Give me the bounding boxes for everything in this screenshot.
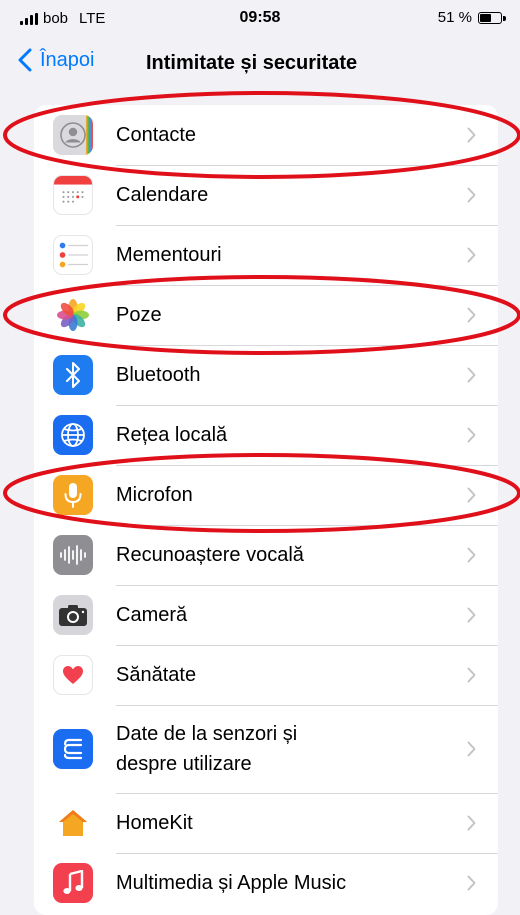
list-item-label: Poze (116, 304, 162, 326)
calendar-icon (53, 175, 93, 215)
chevron-right-icon (467, 487, 476, 503)
chevron-right-icon (467, 187, 476, 203)
chevron-right-icon (467, 367, 476, 383)
list-item-label-line1: Date de la senzori și (116, 723, 298, 745)
list-item-homekit[interactable]: HomeKit (34, 793, 498, 853)
list-item-label: HomeKit (116, 812, 193, 834)
list-item-speech-recognition[interactable]: Recunoaștere vocală (34, 525, 498, 585)
list-item-sensor-usage-data[interactable]: Date de la senzori și despre utilizare (34, 705, 498, 793)
list-item-local-network[interactable]: Rețea locală (34, 405, 498, 465)
list-item-label: Recunoaștere vocală (116, 544, 304, 566)
chevron-right-icon (467, 427, 476, 443)
chevron-right-icon (467, 815, 476, 831)
chevron-right-icon (467, 607, 476, 623)
chevron-right-icon (467, 875, 476, 891)
bluetooth-icon (53, 355, 93, 395)
list-item-photos[interactable]: Poze (34, 285, 498, 345)
list-item-label: Bluetooth (116, 364, 201, 386)
chevron-left-icon (18, 48, 32, 72)
list-item-label: Rețea locală (116, 424, 228, 446)
status-bar: bob LTE 09:58 51 % (0, 0, 520, 40)
music-icon (53, 863, 93, 903)
back-button[interactable]: Înapoi (18, 48, 95, 72)
contacts-icon (53, 115, 93, 155)
chevron-right-icon (467, 247, 476, 263)
chevron-right-icon (467, 667, 476, 683)
photos-icon (53, 295, 93, 335)
list-item-microphone[interactable]: Microfon (34, 465, 498, 525)
camera-icon (53, 595, 93, 635)
list-item-label: Contacte (116, 124, 197, 146)
page-title: Intimitate și securitate (146, 52, 358, 74)
navigation-bar: Înapoi Intimitate și securitate (0, 40, 520, 90)
list-item-label-line2: despre utilizare (116, 753, 252, 775)
home-icon (53, 803, 93, 843)
chevron-right-icon (467, 307, 476, 323)
battery-percentage: 51 % (437, 9, 472, 26)
chevron-right-icon (467, 741, 476, 757)
list-item-health[interactable]: Sănătate (34, 645, 498, 705)
back-label: Înapoi (40, 48, 95, 71)
battery-icon (478, 11, 506, 24)
sensor-data-icon (53, 729, 93, 769)
list-item-reminders[interactable]: Mementouri (34, 225, 498, 285)
waveform-icon (53, 535, 93, 575)
chevron-right-icon (467, 127, 476, 143)
privacy-settings-list: Contacte Calendare Mementouri Poze Bluet… (34, 105, 498, 915)
list-item-label: Cameră (116, 604, 188, 626)
heart-icon (53, 655, 93, 695)
list-item-bluetooth[interactable]: Bluetooth (34, 345, 498, 405)
list-item-calendars[interactable]: Calendare (34, 165, 498, 225)
list-item-camera[interactable]: Cameră (34, 585, 498, 645)
reminders-icon (53, 235, 93, 275)
list-item-label: Multimedia și Apple Music (116, 872, 347, 894)
list-item-media-apple-music[interactable]: Multimedia și Apple Music (34, 853, 498, 913)
list-item-label: Calendare (116, 184, 209, 206)
list-item-label: Sănătate (116, 664, 197, 686)
list-item-label: Date de la senzori și despre utilizare (116, 719, 297, 779)
chevron-right-icon (467, 547, 476, 563)
list-item-contacts[interactable]: Contacte (34, 105, 498, 165)
globe-icon (53, 415, 93, 455)
list-item-label: Microfon (116, 484, 193, 506)
status-right: 51 % (437, 9, 506, 26)
microphone-icon (53, 475, 93, 515)
list-item-label: Mementouri (116, 244, 222, 266)
